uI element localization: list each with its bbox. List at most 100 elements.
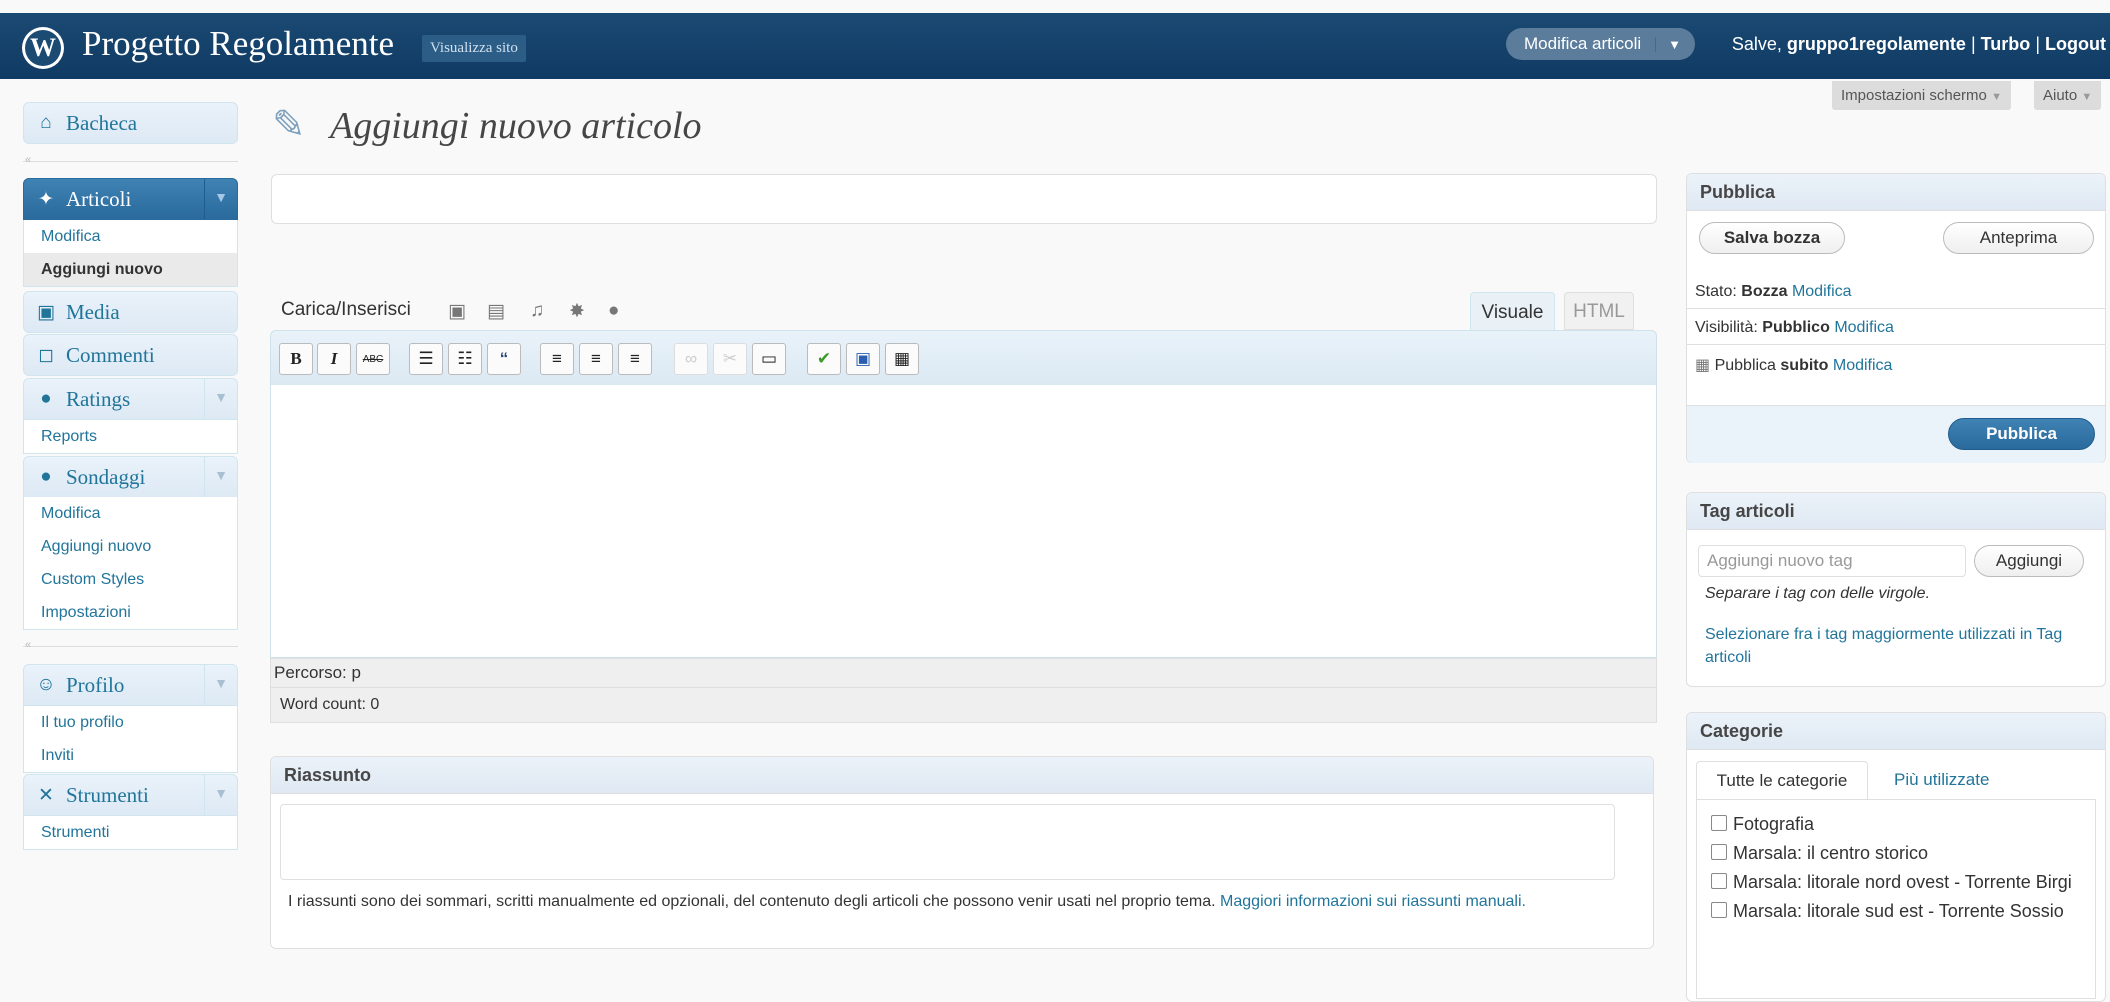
submenu-item-custom-styles[interactable]: Custom Styles — [24, 563, 237, 596]
blockquote-icon[interactable]: “ — [487, 343, 521, 375]
add-media-icon[interactable]: ✸ — [569, 300, 585, 323]
logout-link[interactable]: Logout — [2045, 34, 2106, 54]
help-tab[interactable]: Aiuto ▼ — [2034, 81, 2102, 110]
status-value: Bozza — [1741, 283, 1788, 300]
preview-button[interactable]: Anteprima — [1943, 222, 2094, 254]
menu-profile[interactable]: ☺ Profilo ▼ — [23, 664, 238, 706]
add-tag-button[interactable]: Aggiungi — [1974, 545, 2084, 577]
menu-posts[interactable]: ✦ Articoli ▼ — [23, 178, 238, 220]
favorite-actions-dropdown[interactable]: Modifica articoli ▼ — [1506, 28, 1696, 60]
new-tag-input[interactable]: Aggiungi nuovo tag — [1698, 545, 1966, 577]
category-item[interactable]: Marsala: litorale nord ovest - Torrente … — [1697, 868, 2091, 897]
publish-date-label: Pubblica — [1714, 357, 1776, 374]
generic-circle-icon: ● — [40, 388, 52, 409]
most-used-tags-link[interactable]: Selezionare fra i tag maggiormente utili… — [1705, 623, 2095, 669]
kitchen-sink-icon[interactable]: ▦ — [885, 343, 919, 375]
collapse-arrow-icon[interactable]: « — [25, 639, 31, 651]
help-label: Aiuto — [2043, 87, 2078, 104]
tags-hint: Separare i tag con delle virgole. — [1705, 585, 1931, 602]
more-tag-icon[interactable]: ▭ — [752, 343, 786, 375]
menu-dashboard[interactable]: ⌂ Bacheca — [23, 102, 238, 144]
menu-media[interactable]: ▣ Media — [23, 291, 238, 333]
category-item[interactable]: Marsala: litorale sud est - Torrente Sos… — [1711, 897, 2091, 926]
wordpress-logo-icon[interactable]: W — [22, 27, 64, 69]
submenu-item-your-profile[interactable]: Il tuo profilo — [24, 706, 237, 739]
chevron-down-icon[interactable]: ▼ — [204, 457, 237, 497]
publish-date-value: subito — [1780, 357, 1829, 374]
spellcheck-icon[interactable]: ✔ — [807, 343, 841, 375]
site-title[interactable]: Progetto Regolamente — [82, 24, 394, 64]
link-icon[interactable]: ∞ — [674, 343, 708, 375]
add-poll-icon[interactable]: ● — [608, 300, 619, 322]
align-right-icon[interactable]: ≡ — [618, 343, 652, 375]
edit-publish-date-link[interactable]: Modifica — [1833, 357, 1893, 374]
menu-polls[interactable]: ● Sondaggi ▼ — [23, 456, 238, 498]
chevron-down-icon[interactable]: ▼ — [204, 775, 237, 815]
unlink-icon[interactable]: ✂ — [713, 343, 747, 375]
tags-box: Tag articoli Aggiungi nuovo tag Aggiungi… — [1686, 492, 2106, 687]
collapse-arrow-icon[interactable]: « — [25, 154, 31, 166]
menu-profile-label: Profilo — [66, 672, 125, 697]
checkbox[interactable] — [1711, 902, 1727, 918]
view-site-button[interactable]: Visualizza sito — [422, 35, 526, 62]
excerpt-title[interactable]: Riassunto — [271, 757, 1653, 794]
submenu-item-invites[interactable]: Inviti — [24, 739, 237, 772]
strikethrough-icon[interactable]: ABC — [356, 343, 390, 375]
screen-options-tab[interactable]: Impostazioni schermo ▼ — [1832, 81, 2011, 110]
submenu-item-edit[interactable]: Modifica — [24, 497, 237, 530]
checkbox[interactable] — [1711, 873, 1727, 889]
categories-title[interactable]: Categorie — [1687, 713, 2105, 750]
chevron-down-icon[interactable]: ▼ — [204, 665, 237, 705]
tab-html[interactable]: HTML — [1564, 292, 1634, 330]
category-item[interactable]: Marsala: il centro storico — [1711, 839, 2091, 868]
edit-visibility-link[interactable]: Modifica — [1834, 319, 1894, 336]
menu-ratings[interactable]: ● Ratings ▼ — [23, 378, 238, 420]
username-link[interactable]: gruppo1regolamente — [1787, 34, 1966, 54]
chevron-down-icon[interactable]: ▼ — [204, 179, 237, 219]
align-center-icon[interactable]: ≡ — [579, 343, 613, 375]
editor-content-area[interactable] — [270, 385, 1657, 658]
visibility-label: Visibilità: — [1695, 319, 1758, 336]
edit-status-link[interactable]: Modifica — [1792, 283, 1852, 300]
tab-all-categories[interactable]: Tutte le categorie — [1696, 761, 1868, 799]
excerpt-help-link[interactable]: Maggiori informazioni sui riassunti manu… — [1220, 893, 1526, 910]
add-video-icon[interactable]: ▤ — [487, 300, 505, 323]
bullet-list-icon[interactable]: ☰ — [409, 343, 443, 375]
fullscreen-icon[interactable]: ▣ — [846, 343, 880, 375]
submenu-item-add-new[interactable]: Aggiungi nuovo — [24, 253, 237, 286]
chevron-down-icon[interactable]: ▼ — [1655, 36, 1695, 52]
add-audio-icon[interactable]: ♫ — [530, 300, 544, 322]
checkbox[interactable] — [1711, 815, 1727, 831]
tab-visual[interactable]: Visuale — [1470, 292, 1555, 332]
bold-icon[interactable]: B — [279, 343, 313, 375]
submenu-item-settings[interactable]: Impostazioni — [24, 596, 237, 629]
excerpt-textarea[interactable] — [280, 804, 1615, 880]
category-label: Marsala: litorale nord ovest - Torrente … — [1733, 872, 2072, 892]
align-left-icon[interactable]: ≡ — [540, 343, 574, 375]
favorite-action-label[interactable]: Modifica articoli — [1506, 34, 1655, 54]
checkbox[interactable] — [1711, 844, 1727, 860]
submenu-item-add-new[interactable]: Aggiungi nuovo — [24, 530, 237, 563]
submenu-item-tools[interactable]: Strumenti — [24, 816, 237, 849]
submenu-item-edit[interactable]: Modifica — [24, 220, 237, 253]
add-image-icon[interactable]: ▣ — [448, 300, 466, 323]
page-title: Aggiungi nuovo articolo — [330, 105, 702, 147]
tags-title[interactable]: Tag articoli — [1687, 493, 2105, 530]
chevron-down-icon[interactable]: ▼ — [204, 379, 237, 419]
generic-circle-icon: ● — [40, 466, 52, 487]
comment-icon: ◻ — [38, 344, 54, 366]
post-title-input[interactable] — [271, 174, 1657, 224]
menu-comments[interactable]: ◻ Commenti — [23, 334, 238, 376]
turbo-link[interactable]: Turbo — [1981, 34, 2031, 54]
save-draft-button[interactable]: Salva bozza — [1699, 222, 1845, 254]
greeting: Salve, — [1731, 34, 1782, 54]
users-icon: ☺ — [36, 674, 56, 695]
publish-button[interactable]: Pubblica — [1948, 418, 2095, 450]
category-item[interactable]: Fotografia — [1711, 810, 2091, 839]
publish-title[interactable]: Pubblica — [1687, 174, 2105, 211]
menu-tools[interactable]: ✕ Strumenti ▼ — [23, 774, 238, 816]
submenu-item-reports[interactable]: Reports — [24, 420, 237, 453]
numbered-list-icon[interactable]: ☷ — [448, 343, 482, 375]
tab-most-used[interactable]: Più utilizzate — [1894, 761, 1989, 799]
italic-icon[interactable]: I — [317, 343, 351, 375]
